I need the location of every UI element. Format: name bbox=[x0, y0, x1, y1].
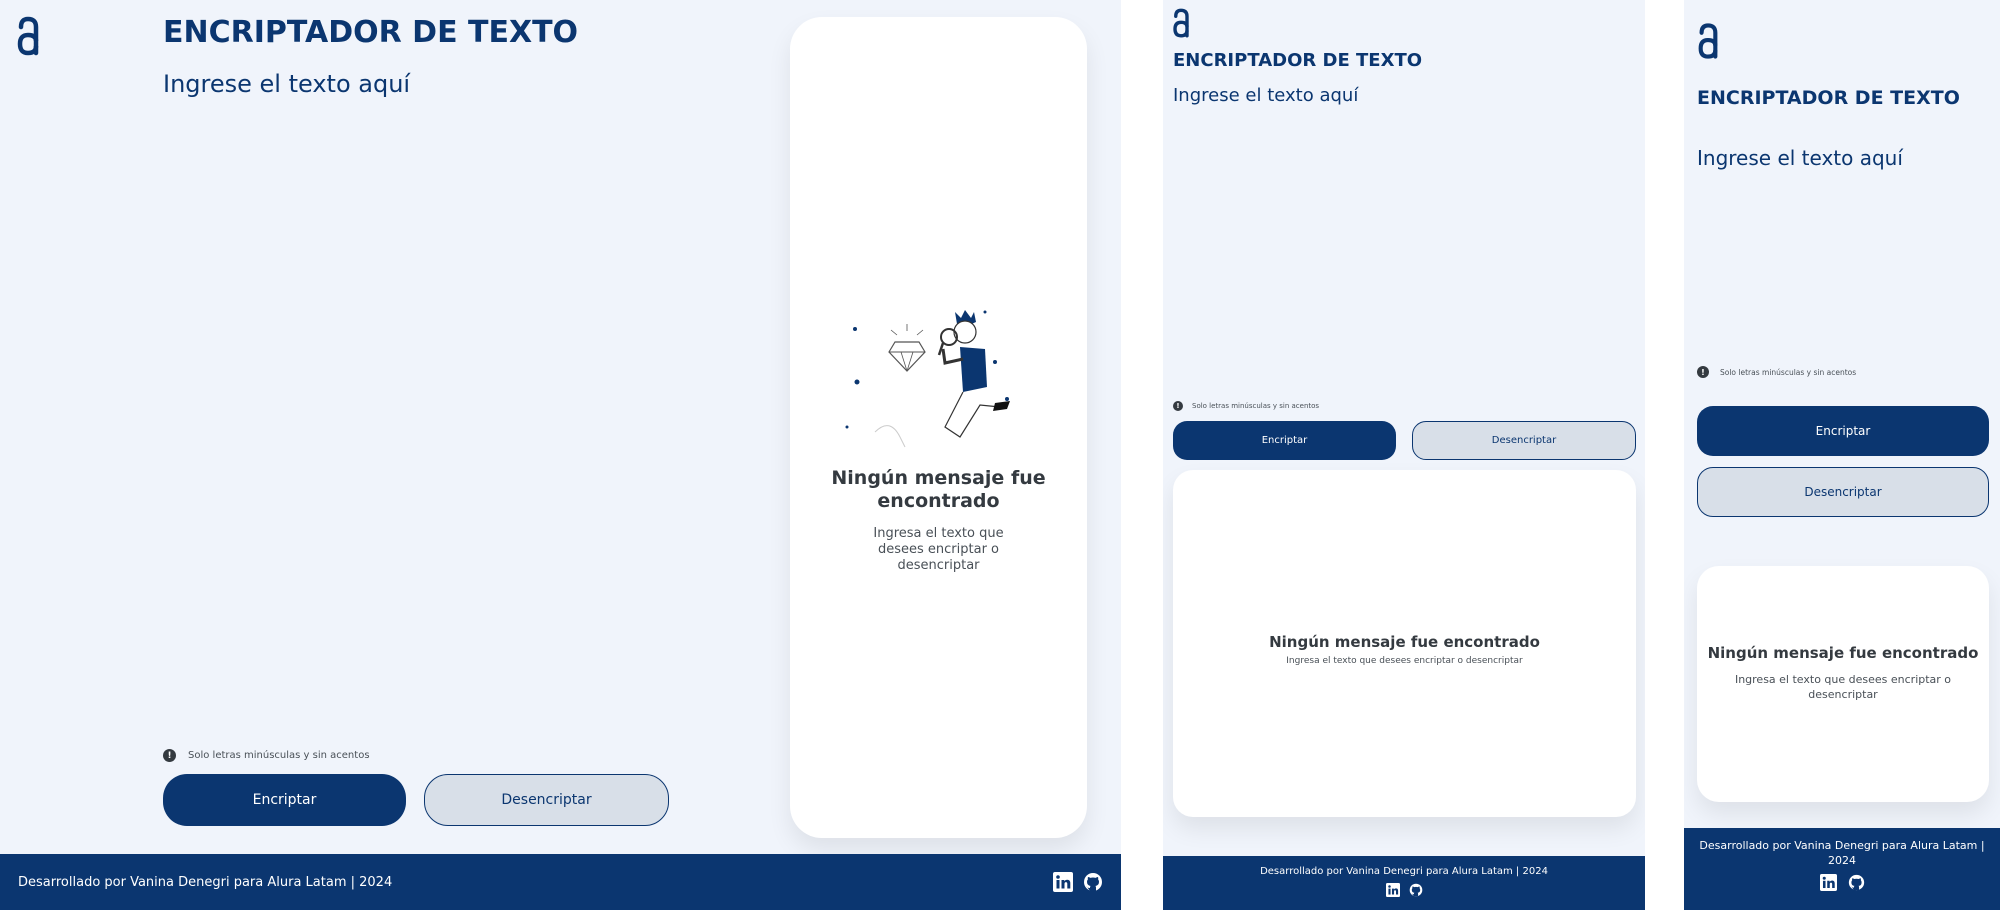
footer: Desarrollado por Vanina Denegri para Alu… bbox=[0, 854, 1121, 910]
mobile-view: ENCRIPTADOR DE TEXTO Ingrese el texto aq… bbox=[1684, 0, 2000, 910]
alura-logo-icon bbox=[1698, 23, 1718, 59]
page-title: ENCRIPTADOR DE TEXTO bbox=[163, 15, 579, 50]
footer-credits: Desarrollado por Vanina Denegri para Alu… bbox=[1260, 866, 1548, 877]
hint-row: ! Solo letras minúsculas y sin acentos bbox=[1697, 366, 1856, 378]
social-links bbox=[1163, 883, 1645, 897]
github-icon[interactable] bbox=[1409, 883, 1423, 897]
hint-text: Solo letras minúsculas y sin acentos bbox=[188, 750, 370, 761]
decrypt-button[interactable]: Desencriptar bbox=[1697, 467, 1989, 517]
social-links bbox=[1684, 874, 2000, 891]
info-circle-icon: ! bbox=[1173, 401, 1183, 411]
text-input-placeholder[interactable]: Ingrese el texto aquí bbox=[163, 70, 410, 98]
footer-credits: Desarrollado por Vanina Denegri para Alu… bbox=[1699, 839, 1985, 867]
decrypt-button[interactable]: Desencriptar bbox=[424, 774, 669, 826]
alura-logo-icon bbox=[1173, 8, 1189, 38]
empty-state-title: Ningún mensaje fue encontrado bbox=[1707, 644, 1979, 662]
page-title: ENCRIPTADOR DE TEXTO bbox=[1173, 50, 1423, 71]
encrypt-button[interactable]: Encriptar bbox=[163, 774, 406, 826]
tablet-view: ENCRIPTADOR DE TEXTO Ingrese el texto aq… bbox=[1163, 0, 1645, 910]
desktop-view: ENCRIPTADOR DE TEXTO Ingrese el texto aq… bbox=[0, 0, 1121, 910]
linkedin-icon[interactable] bbox=[1385, 883, 1400, 897]
social-links bbox=[1053, 872, 1103, 892]
empty-state-title: Ningún mensaje fue encontrado bbox=[831, 467, 1046, 512]
github-icon[interactable] bbox=[1083, 872, 1103, 892]
page-title: ENCRIPTADOR DE TEXTO bbox=[1697, 87, 1960, 109]
decrypt-button[interactable]: Desencriptar bbox=[1412, 421, 1636, 460]
linkedin-icon[interactable] bbox=[1053, 872, 1073, 892]
hint-text: Solo letras minúsculas y sin acentos bbox=[1192, 402, 1320, 410]
info-circle-icon: ! bbox=[163, 749, 176, 762]
output-card: Ningún mensaje fue encontrado Ingresa el… bbox=[790, 17, 1087, 838]
encrypt-button[interactable]: Encriptar bbox=[1173, 421, 1396, 460]
encrypt-button[interactable]: Encriptar bbox=[1697, 406, 1989, 456]
no-message-illustration bbox=[845, 310, 1010, 448]
output-card: Ningún mensaje fue encontrado Ingresa el… bbox=[1697, 566, 1989, 802]
hint-text: Solo letras minúsculas y sin acentos bbox=[1720, 367, 1857, 377]
empty-state-subtitle: Ingresa el texto que desees encriptar o … bbox=[873, 526, 1004, 573]
text-input-placeholder[interactable]: Ingrese el texto aquí bbox=[1173, 85, 1358, 106]
footer: Desarrollado por Vanina Denegri para Alu… bbox=[1684, 828, 2000, 910]
hint-row: ! Solo letras minúsculas y sin acentos bbox=[163, 749, 370, 762]
output-card: Ningún mensaje fue encontrado Ingresa el… bbox=[1173, 470, 1636, 817]
alura-logo-icon bbox=[17, 16, 39, 56]
empty-state-subtitle: Ingresa el texto que desees encriptar o … bbox=[1734, 673, 1952, 701]
linkedin-icon[interactable] bbox=[1819, 874, 1837, 891]
empty-state-subtitle: Ingresa el texto que desees encriptar o … bbox=[1286, 656, 1523, 666]
hint-row: ! Solo letras minúsculas y sin acentos bbox=[1173, 401, 1319, 411]
empty-state-title: Ningún mensaje fue encontrado bbox=[1269, 633, 1540, 651]
footer: Desarrollado por Vanina Denegri para Alu… bbox=[1163, 856, 1645, 910]
github-icon[interactable] bbox=[1848, 874, 1865, 891]
footer-credits: Desarrollado por Vanina Denegri para Alu… bbox=[18, 874, 393, 890]
info-circle-icon: ! bbox=[1697, 366, 1709, 378]
text-input-placeholder[interactable]: Ingrese el texto aquí bbox=[1697, 146, 1903, 170]
